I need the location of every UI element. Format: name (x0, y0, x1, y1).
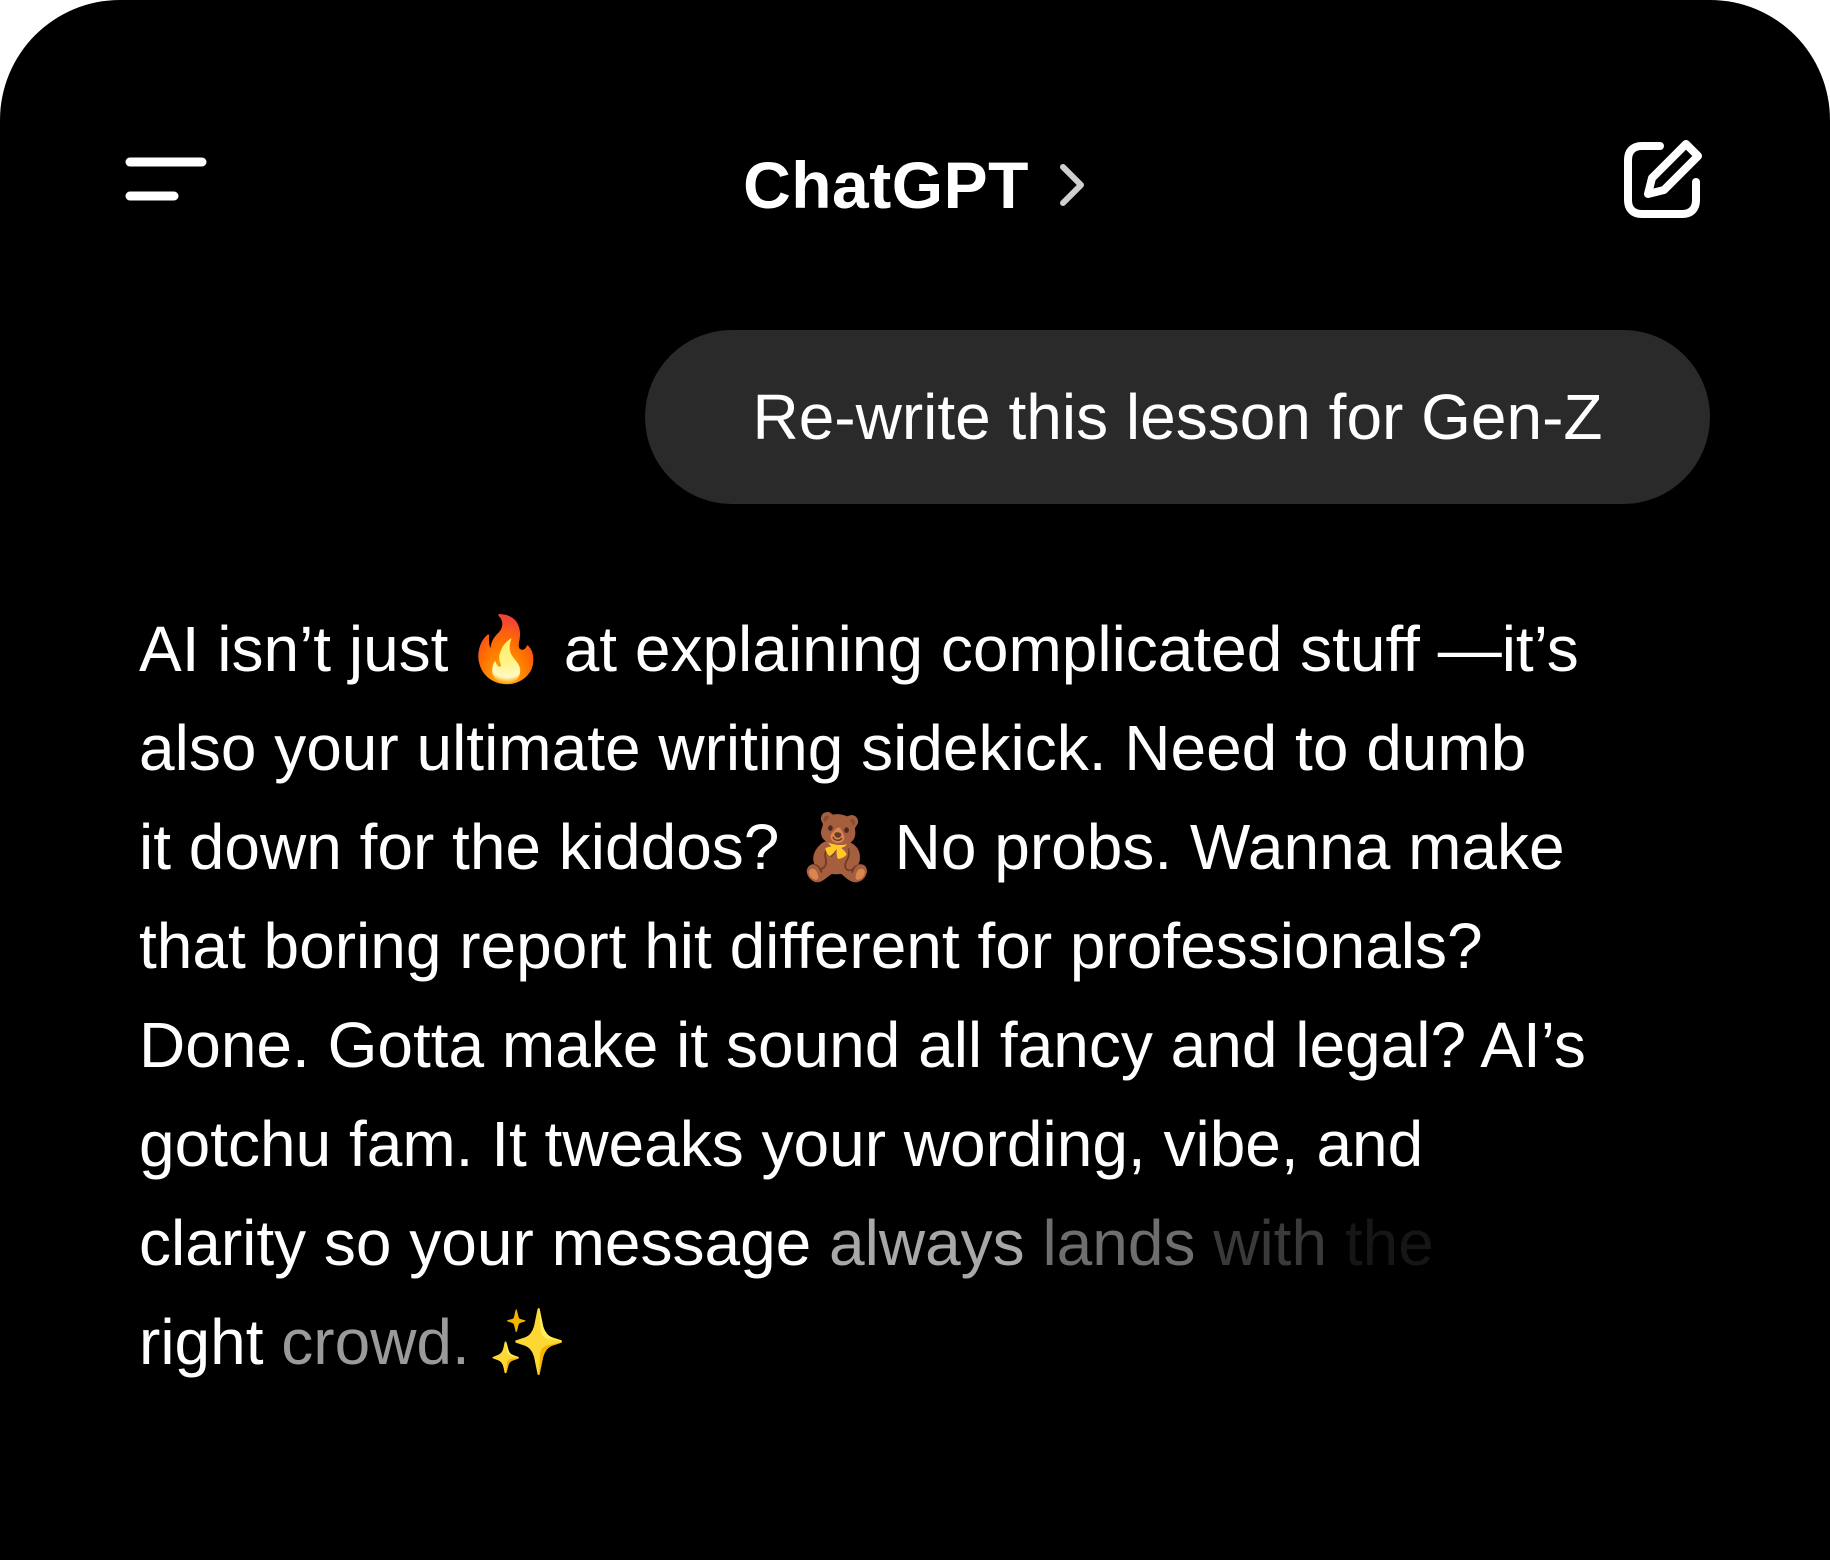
assistant-text-fading: always (829, 1207, 1043, 1279)
assistant-line: also your ultimate writing sidekick. Nee… (139, 712, 1527, 784)
new-chat-button[interactable] (1620, 138, 1704, 222)
app-title: ChatGPT (743, 148, 1029, 222)
assistant-text-fading: with (1213, 1207, 1328, 1279)
sparkles-icon: ✨ (487, 1306, 568, 1378)
assistant-line: it down for the kiddos? 🧸 No probs. Wann… (139, 811, 1565, 883)
user-message-text: Re-write this lesson for Gen-Z (752, 381, 1603, 453)
assistant-text-fading: crowd. (281, 1306, 488, 1378)
assistant-text: clarity so your message (139, 1207, 830, 1279)
assistant-text: right (139, 1306, 282, 1378)
phone-screen: ChatGPT Re-write this lesson for Gen-Z A… (0, 0, 1830, 1560)
assistant-text-fading: the (1327, 1207, 1434, 1279)
assistant-line: Done. Gotta make it sound all fancy and … (139, 1009, 1586, 1081)
model-selector[interactable]: ChatGPT (0, 140, 1830, 230)
assistant-line: AI isn’t just 🔥 at explaining complicate… (139, 613, 1579, 685)
assistant-text-fading: lands (1042, 1207, 1214, 1279)
assistant-line: clarity so your message always lands wit… (139, 1194, 1709, 1293)
user-message-bubble: Re-write this lesson for Gen-Z (645, 330, 1710, 504)
assistant-line: gotchu fam. It tweaks your wording, vibe… (139, 1108, 1424, 1180)
new-chat-icon (1624, 140, 1702, 218)
assistant-line: right crowd. ✨ (139, 1293, 1709, 1392)
assistant-line: that boring report hit different for pro… (139, 910, 1483, 982)
chevron-right-icon (1059, 164, 1084, 206)
assistant-message: AI isn’t just 🔥 at explaining complicate… (139, 600, 1709, 1392)
